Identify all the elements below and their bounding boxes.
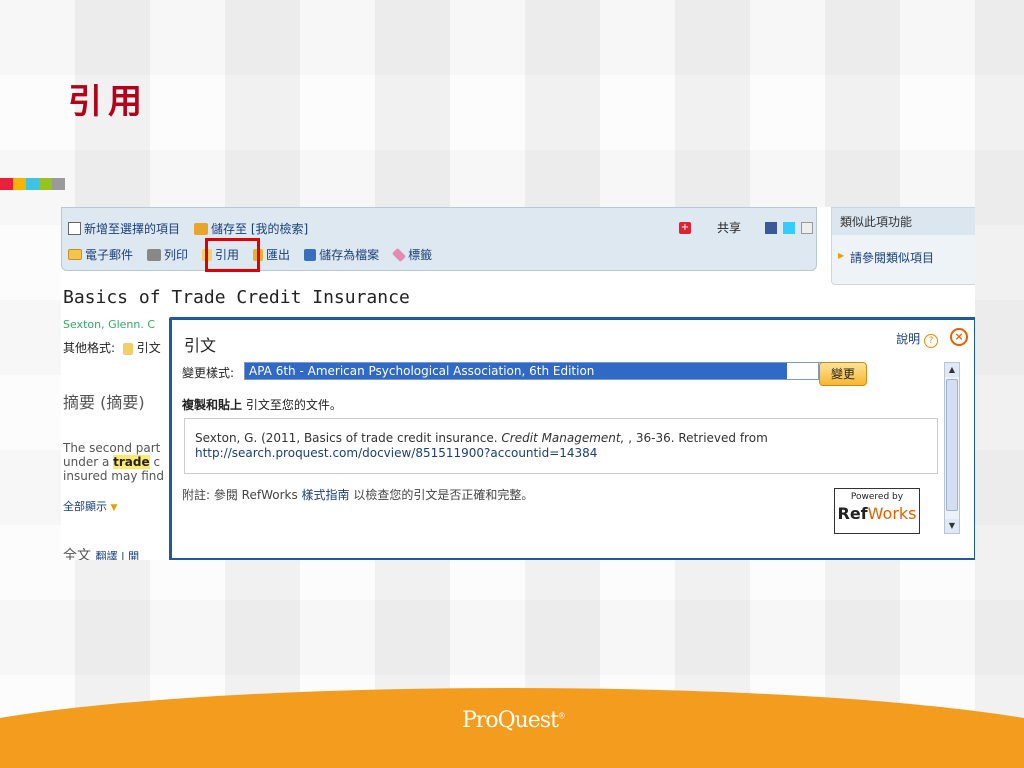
citation-text: , 36-36. Retrieved from: [624, 431, 768, 445]
checkbox-icon: [68, 222, 81, 235]
citation-note: 附註: 參閱 RefWorks 樣式指南 以檢查您的引文是否正確和完整。: [182, 486, 533, 503]
abstract-text-fragment: c: [149, 455, 161, 469]
close-icon[interactable]: ×: [950, 328, 968, 346]
slide-title: 引用: [68, 82, 148, 122]
cite-highlight-box: [205, 238, 260, 272]
print-label: 列印: [164, 248, 189, 262]
color-swatch: [52, 178, 65, 190]
other-formats-link[interactable]: 引文: [137, 341, 161, 355]
citation-journal: Credit Management,: [501, 431, 625, 445]
refworks-works: Works: [867, 504, 917, 523]
note-text: 以檢查您的引文是否正確和完整。: [349, 488, 534, 502]
other-formats: 其他格式: 引文: [63, 339, 161, 356]
tag-icon: [392, 247, 407, 262]
color-swatch: [39, 178, 52, 190]
add-this-icon[interactable]: +: [679, 221, 691, 234]
envelope-icon: [68, 249, 82, 260]
color-swatch: [0, 178, 13, 190]
article-author[interactable]: Sexton, Glenn. C: [63, 318, 155, 331]
related-link[interactable]: 請參閱類似項目: [832, 235, 975, 266]
copy-instruction-bold: 複製和貼上: [182, 398, 243, 412]
help-link[interactable]: 說明 ?: [896, 330, 938, 348]
abstract-heading: 摘要 (摘要): [63, 393, 145, 412]
search-term-highlight: trade: [113, 455, 150, 469]
printer-icon: [147, 248, 162, 261]
abstract-text-fragment: under a: [63, 455, 114, 469]
save-to-label: 儲存至 [我的檢索]: [211, 222, 309, 236]
export-label: 匯出: [266, 248, 291, 262]
share-label[interactable]: 共享: [717, 219, 741, 236]
abstract-line: The second part: [63, 441, 161, 455]
scroll-down-icon[interactable]: ▼: [945, 519, 959, 533]
related-title: 類似此項功能: [832, 208, 975, 235]
citation-text: Sexton, G. (2011, Basics of trade credit…: [195, 431, 502, 445]
refworks-ref: Ref: [837, 504, 868, 523]
citation-dialog: 引文 說明 ? × 變更樣式: APA 6th - American Psych…: [169, 317, 975, 560]
twitter-icon[interactable]: [783, 221, 796, 234]
result-toolbar: 新增至選擇的項目 儲存至 [我的檢索] 電子郵件 列印 引用 匯出 儲存為檔案 …: [61, 207, 817, 272]
help-icon: ?: [924, 334, 938, 348]
scroll-thumb[interactable]: [946, 379, 958, 511]
color-swatch: [26, 178, 39, 190]
print-button[interactable]: 列印: [147, 246, 188, 263]
scroll-up-icon[interactable]: ▲: [945, 363, 959, 377]
dialog-title: 引文: [184, 336, 217, 355]
save-file-button[interactable]: 儲存為檔案: [304, 246, 379, 263]
email-label: 電子郵件: [85, 248, 134, 262]
tag-button[interactable]: 標籤: [392, 246, 433, 263]
style-guide-link[interactable]: 樣式指南: [302, 488, 350, 502]
powered-by-label: Powered by: [850, 492, 904, 502]
citation-style-select[interactable]: APA 6th - American Psychological Associa…: [244, 362, 836, 380]
chevron-down-icon: ▼: [110, 503, 118, 513]
fulltext-heading: 全文: [63, 548, 91, 560]
save-file-label: 儲存為檔案: [319, 248, 380, 262]
proquest-screenshot: 新增至選擇的項目 儲存至 [我的檢索] 電子郵件 列印 引用 匯出 儲存為檔案 …: [61, 207, 975, 560]
proquest-logo: ProQuest®: [462, 708, 566, 733]
folder-icon: [194, 222, 209, 235]
selected-style: APA 6th - American Psychological Associa…: [245, 363, 787, 379]
save-to-link[interactable]: 儲存至 [我的檢索]: [194, 220, 308, 237]
abstract-line: insured may find: [63, 469, 165, 483]
note-text: 附註: 參閱 RefWorks: [182, 488, 302, 502]
show-all-link[interactable]: 全部顯示 ▼: [63, 498, 117, 514]
other-formats-label: 其他格式:: [63, 341, 116, 355]
copy-instruction-text: 引文至您的文件。: [242, 398, 342, 412]
document-icon: [122, 342, 133, 355]
abstract-line: under a trade c: [63, 455, 173, 469]
style-label: 變更樣式:: [182, 366, 235, 380]
add-selected-checkbox[interactable]: 新增至選擇的項目: [68, 220, 180, 237]
refworks-wordmark: RefWorks: [835, 504, 919, 523]
logo-text: ProQuest: [462, 708, 559, 733]
mail-icon[interactable]: [801, 221, 814, 234]
translate-link[interactable]: 翻譯 | 開: [95, 550, 139, 560]
color-swatch: [13, 178, 26, 190]
fulltext-row: 全文 翻譯 | 開: [63, 545, 139, 560]
help-label: 說明: [896, 332, 921, 346]
disk-icon: [304, 248, 317, 261]
email-button[interactable]: 電子郵件: [68, 246, 133, 263]
citation-text-area[interactable]: Sexton, G. (2011, Basics of trade credit…: [184, 418, 938, 474]
add-selected-label: 新增至選擇的項目: [84, 222, 181, 236]
related-panel: 類似此項功能 請參閱類似項目: [831, 207, 975, 285]
color-bar: [0, 178, 65, 190]
copy-instruction: 複製和貼上 引文至您的文件。: [182, 396, 342, 413]
dialog-scrollbar[interactable]: ▲ ▼: [944, 362, 960, 534]
tag-label: 標籤: [408, 248, 433, 262]
refworks-logo: Powered by RefWorks: [834, 488, 920, 534]
article-title[interactable]: Basics of Trade Credit Insurance: [63, 287, 410, 308]
abstract-text: The second part under a trade c insured …: [63, 441, 173, 483]
citation-url: http://search.proquest.com/docview/85151…: [195, 446, 598, 460]
change-style-button[interactable]: 變更: [819, 362, 867, 386]
facebook-icon[interactable]: [765, 221, 778, 234]
share-bar: + 共享: [679, 219, 814, 236]
show-all-label: 全部顯示: [63, 500, 107, 513]
